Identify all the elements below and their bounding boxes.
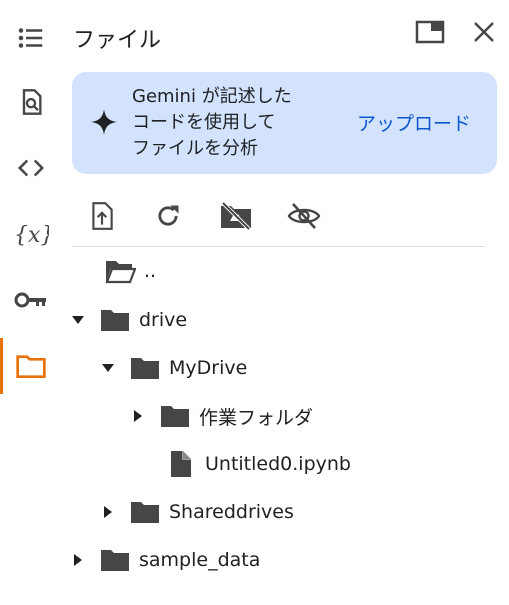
upload-button[interactable] bbox=[84, 198, 120, 234]
tree-item-label: 作業フォルダ bbox=[199, 406, 314, 429]
tree-item-label: Untitled0.ipynb bbox=[205, 453, 351, 475]
tree-item-label: drive bbox=[139, 309, 188, 331]
caret-down-icon[interactable] bbox=[99, 359, 117, 377]
folder-icon bbox=[159, 400, 191, 432]
toc-button[interactable] bbox=[0, 10, 62, 66]
upload-file-icon bbox=[92, 202, 113, 230]
refresh-icon bbox=[158, 205, 179, 226]
files-button[interactable] bbox=[0, 338, 62, 394]
gemini-banner: Gemini が記述した コードを使用して ファイルを分析 アップロード bbox=[72, 72, 497, 174]
hide-icon bbox=[287, 203, 321, 229]
code-icon bbox=[17, 159, 45, 177]
open-in-tab-button[interactable] bbox=[414, 16, 446, 48]
tree-item-label: .. bbox=[144, 260, 157, 282]
tree-item-sample-data[interactable]: sample_data bbox=[69, 538, 260, 582]
sidebar-rail: {x} bbox=[0, 0, 62, 605]
tree-item-label: MyDrive bbox=[169, 357, 248, 379]
code-snippets-button[interactable] bbox=[0, 140, 62, 196]
folder-icon bbox=[129, 352, 161, 384]
table-of-contents-icon bbox=[18, 28, 43, 48]
panel-title: ファイル bbox=[73, 28, 162, 53]
caret-right-icon[interactable] bbox=[69, 551, 87, 569]
folder-icon bbox=[99, 304, 131, 336]
folder-icon bbox=[99, 544, 131, 576]
banner-message: Gemini が記述した コードを使用して ファイルを分析 bbox=[132, 86, 292, 159]
find-icon bbox=[22, 89, 42, 115]
disable-drive-icon bbox=[221, 201, 251, 231]
caret-right-icon[interactable] bbox=[129, 407, 147, 425]
caret-down-icon[interactable] bbox=[69, 311, 87, 329]
toolbar-divider bbox=[72, 246, 485, 247]
variables-icon: {x} bbox=[14, 223, 49, 248]
caret-right-icon[interactable] bbox=[99, 503, 117, 521]
tree-item-drive[interactable]: drive bbox=[69, 298, 187, 342]
folder-icon bbox=[129, 496, 161, 528]
upload-link[interactable]: アップロード bbox=[357, 109, 471, 136]
file-icon bbox=[165, 448, 197, 480]
secrets-button[interactable] bbox=[0, 272, 62, 328]
gemini-spark-icon bbox=[91, 109, 117, 135]
unmount-drive-button[interactable] bbox=[218, 198, 254, 234]
tree-item-notebook[interactable]: Untitled0.ipynb bbox=[165, 442, 351, 486]
refresh-button[interactable] bbox=[150, 198, 186, 234]
hide-files-button[interactable] bbox=[286, 198, 322, 234]
folder-open-icon bbox=[104, 255, 136, 287]
tree-item-work-folder[interactable]: 作業フォルダ bbox=[129, 394, 313, 438]
open-in-tab-icon bbox=[415, 20, 445, 44]
tree-item-parent[interactable]: .. bbox=[104, 249, 156, 293]
close-panel-button[interactable] bbox=[468, 16, 500, 48]
key-icon bbox=[14, 292, 46, 308]
tree-item-label: Shareddrives bbox=[169, 501, 294, 523]
find-button[interactable] bbox=[0, 74, 62, 130]
tree-item-label: sample_data bbox=[139, 549, 261, 571]
close-icon bbox=[474, 22, 494, 42]
tree-item-shareddrives[interactable]: Shareddrives bbox=[99, 490, 294, 534]
tree-item-mydrive[interactable]: MyDrive bbox=[99, 346, 247, 390]
svg-text:{x}: {x} bbox=[14, 223, 49, 248]
variables-button[interactable]: {x} bbox=[0, 206, 62, 262]
folder-icon bbox=[16, 355, 46, 378]
